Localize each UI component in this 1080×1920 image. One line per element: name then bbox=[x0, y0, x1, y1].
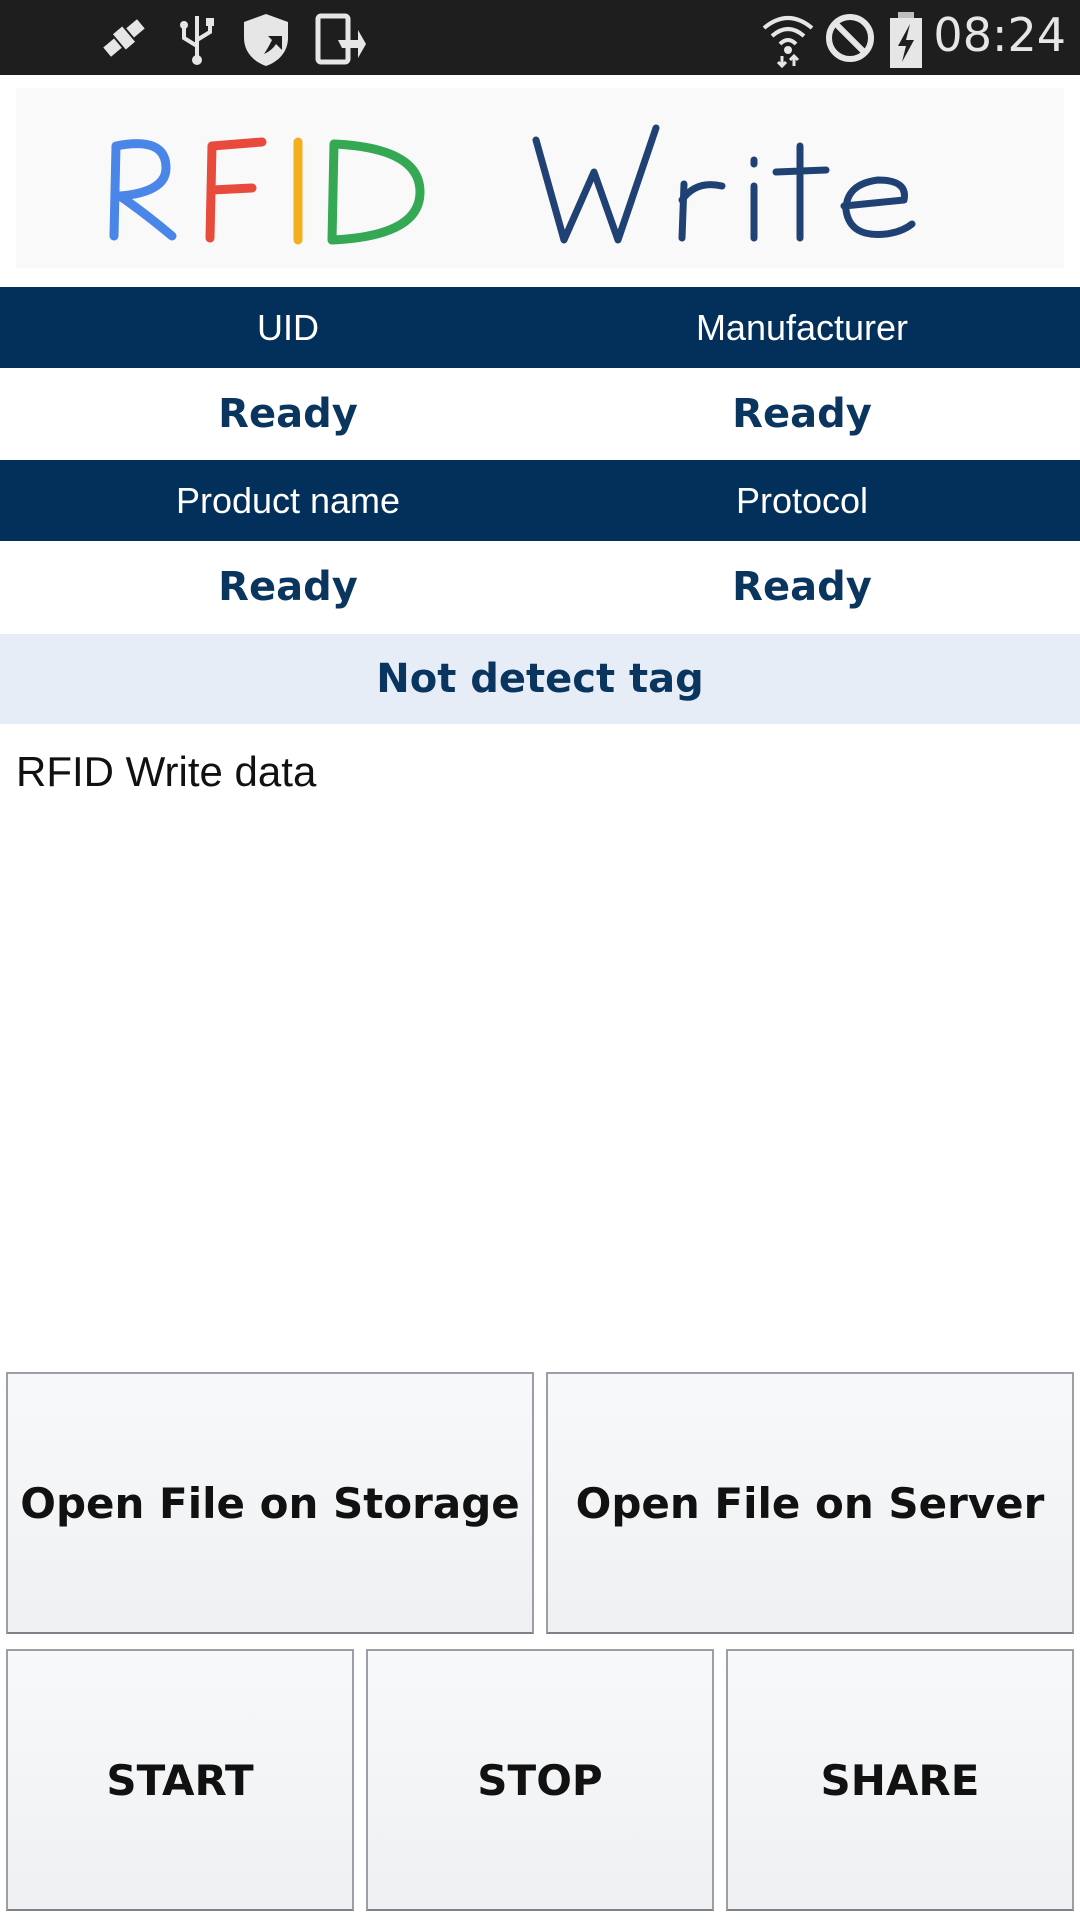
open-file-storage-button[interactable]: Open File on Storage bbox=[6, 1372, 534, 1634]
write-data-area[interactable]: RFID Write data bbox=[0, 724, 1080, 1372]
start-button[interactable]: START bbox=[6, 1649, 354, 1911]
write-data-text: RFID Write data bbox=[16, 748, 317, 795]
protocol-value: Ready bbox=[732, 564, 872, 610]
info-header-row-2: Product name Protocol bbox=[0, 460, 1080, 541]
manufacturer-header: Manufacturer bbox=[695, 306, 909, 348]
status-time: 08:24 bbox=[933, 8, 1066, 62]
open-file-server-button[interactable]: Open File on Server bbox=[546, 1372, 1074, 1634]
app-logo bbox=[16, 88, 1064, 268]
tag-status-text: Not detect tag bbox=[376, 656, 704, 702]
blocked-icon bbox=[826, 14, 874, 62]
shield-icon bbox=[244, 14, 288, 66]
product-name-value: Ready bbox=[218, 564, 358, 610]
status-bar: 08:24 bbox=[0, 0, 1080, 75]
protocol-header: Protocol bbox=[735, 479, 869, 521]
satellite-icon bbox=[103, 19, 145, 57]
tag-status-bar: Not detect tag bbox=[0, 634, 1080, 724]
product-name-header: Product name bbox=[175, 479, 401, 521]
info-value-row-1: Ready Ready bbox=[0, 368, 1080, 460]
battery-charging-icon bbox=[890, 12, 922, 68]
uid-header: UID bbox=[257, 306, 319, 348]
usb-icon bbox=[180, 16, 214, 65]
uid-value: Ready bbox=[218, 391, 358, 437]
info-value-row-2: Ready Ready bbox=[0, 541, 1080, 633]
stop-button[interactable]: STOP bbox=[366, 1649, 714, 1911]
wifi-icon bbox=[762, 16, 814, 68]
share-button[interactable]: SHARE bbox=[726, 1649, 1074, 1911]
info-header-row-1: UID Manufacturer bbox=[0, 287, 1080, 368]
manufacturer-value: Ready bbox=[732, 391, 872, 437]
phone-upload-icon bbox=[315, 13, 366, 65]
